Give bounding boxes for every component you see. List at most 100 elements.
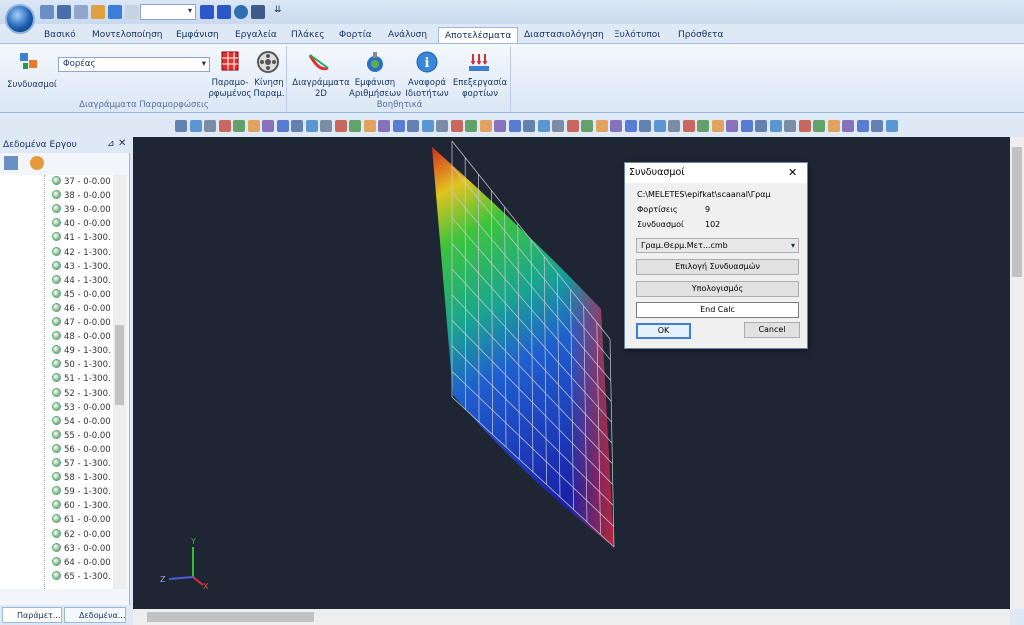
tree-item[interactable]: 41 - 1-300. [52, 231, 111, 245]
tree-item[interactable]: 53 - 0-0.00 [52, 401, 111, 415]
tool-icon[interactable] [740, 120, 753, 132]
tree-item[interactable]: 56 - 0-0.00 [52, 443, 111, 457]
deformed-button-line1[interactable]: Παραμο- [207, 78, 253, 89]
tool-icon[interactable] [494, 120, 506, 132]
tool-icon[interactable] [262, 120, 274, 132]
tree-item[interactable]: 50 - 1-300. [52, 358, 111, 372]
tool-icon[interactable] [218, 120, 231, 132]
folder-icon[interactable] [91, 5, 105, 19]
tool-icon[interactable] [349, 120, 361, 132]
tool-icon[interactable] [465, 120, 477, 132]
tree-item[interactable]: 40 - 0-0.00 [52, 217, 111, 231]
save-icon[interactable] [57, 5, 71, 19]
tab-2[interactable]: Εμφάνιση [170, 27, 225, 44]
close-icon[interactable]: ✕ [118, 138, 126, 149]
tool-icon[interactable] [697, 120, 709, 132]
app-menu-button[interactable] [5, 4, 35, 34]
tool-icon[interactable] [392, 120, 405, 132]
tool-icon[interactable] [233, 120, 245, 132]
image-icon[interactable] [251, 5, 265, 19]
loads-button-line1[interactable]: Επεξεργασία [451, 78, 509, 89]
tree-item[interactable]: 60 - 1-300. [52, 499, 111, 513]
tree-item[interactable]: 65 - 1-300. [52, 570, 111, 584]
select-combinations-button[interactable]: Επιλογή Συνδυασμών [636, 259, 799, 275]
tab-9[interactable]: Ξυλότυποι [608, 27, 666, 44]
numbers-button-line1[interactable]: Εμφάνιση [347, 78, 403, 89]
tool-icon[interactable] [175, 120, 187, 132]
tool-icon[interactable] [610, 120, 622, 132]
deformed-icon[interactable] [219, 49, 243, 73]
calculate-button[interactable]: Υπολογισμός [636, 281, 799, 297]
tool-icon[interactable] [189, 120, 202, 132]
report-button-line1[interactable]: Αναφορά [401, 78, 453, 89]
loads-edit-icon[interactable] [467, 50, 491, 74]
tool-icon[interactable] [624, 120, 637, 132]
tab-project-data[interactable]: Δεδομένα... [64, 607, 126, 623]
tree-item[interactable]: 59 - 1-300. [52, 485, 111, 499]
motion-button-line2[interactable]: Παραμ. [252, 89, 286, 100]
tab-10[interactable]: Πρόσθετα [672, 27, 729, 44]
tree-item[interactable]: 49 - 1-300. [52, 344, 111, 358]
tool-icon[interactable] [813, 120, 825, 132]
tool-icon[interactable] [595, 120, 608, 132]
numbering-icon[interactable] [363, 50, 387, 74]
viewport-vertical-scrollbar[interactable] [1010, 137, 1024, 609]
close-icon[interactable]: ✕ [788, 166, 797, 179]
tool-icon[interactable] [668, 120, 680, 132]
tool-icon[interactable] [276, 120, 289, 132]
refresh-icon[interactable] [30, 156, 44, 170]
tab-3[interactable]: Εργαλεία [229, 27, 283, 44]
tool-icon[interactable] [784, 120, 796, 132]
tree-item[interactable]: 62 - 0-0.00 [52, 528, 111, 542]
tab-parameters[interactable]: Παράμετ... [2, 607, 62, 623]
tree-scrollbar[interactable] [113, 175, 126, 589]
info-icon[interactable]: i [415, 50, 439, 74]
tool-icon[interactable] [682, 120, 695, 132]
tool-icon[interactable] [537, 120, 550, 132]
tab-1[interactable]: Μοντελοποίηση [86, 27, 169, 44]
tool-icon[interactable] [856, 120, 869, 132]
tree-item[interactable]: 44 - 1-300. [52, 274, 111, 288]
view-icon[interactable] [108, 5, 122, 19]
tab-4[interactable]: Πλάκες [285, 27, 330, 44]
tree-item[interactable]: 37 - 0-0.00 [52, 175, 111, 189]
tree-item[interactable]: 52 - 1-300. [52, 387, 111, 401]
report-button-line2[interactable]: Ιδιοτήτων [401, 89, 453, 100]
tool-icon[interactable] [436, 120, 448, 132]
model-viewport[interactable]: Y Z X [133, 137, 1010, 609]
tree-options-icon[interactable] [4, 156, 18, 170]
tool-icon[interactable] [421, 120, 434, 132]
loads-button-line2[interactable]: φορτίων [451, 89, 509, 100]
diagrams-button-line1[interactable]: Διαγράμματα [291, 78, 351, 89]
tree-item[interactable]: 61 - 0-0.00 [52, 513, 111, 527]
tree-item[interactable]: 43 - 1-300. [52, 260, 111, 274]
tree-item[interactable]: 42 - 1-300. [52, 246, 111, 260]
customize-icon[interactable]: ⇊ [274, 5, 282, 15]
scroll-thumb[interactable] [147, 612, 314, 622]
tool-icon[interactable] [885, 120, 898, 132]
tree-item[interactable]: 46 - 0-0.00 [52, 302, 111, 316]
tool-icon[interactable] [450, 120, 463, 132]
tool-icon[interactable] [581, 120, 593, 132]
tool-icon[interactable] [247, 120, 260, 132]
tool-icon[interactable] [566, 120, 579, 132]
tool-icon[interactable] [798, 120, 811, 132]
tree-item[interactable]: 39 - 0-0.00 [52, 203, 111, 217]
load-case-select[interactable]: Φορέας ▾ [58, 57, 210, 72]
tree-item[interactable]: 63 - 0-0.00 [52, 542, 111, 556]
tools-icon[interactable] [125, 5, 139, 19]
tool-icon[interactable] [378, 120, 390, 132]
tool-icon[interactable] [639, 120, 651, 132]
tool-icon[interactable] [305, 120, 318, 132]
arrow-down-icon[interactable] [217, 5, 231, 19]
combinations-icon[interactable] [18, 50, 40, 72]
tool-icon[interactable] [291, 120, 303, 132]
tool-icon[interactable] [726, 120, 738, 132]
tool-icon[interactable] [479, 120, 492, 132]
tree-item[interactable]: 51 - 1-300. [52, 372, 111, 386]
tree-item[interactable]: 54 - 0-0.00 [52, 415, 111, 429]
arrow-up-icon[interactable] [200, 5, 214, 19]
tree-item[interactable]: 58 - 1-300. [52, 471, 111, 485]
tool-icon[interactable] [363, 120, 376, 132]
diagrams-button-line2[interactable]: 2D [291, 89, 351, 100]
